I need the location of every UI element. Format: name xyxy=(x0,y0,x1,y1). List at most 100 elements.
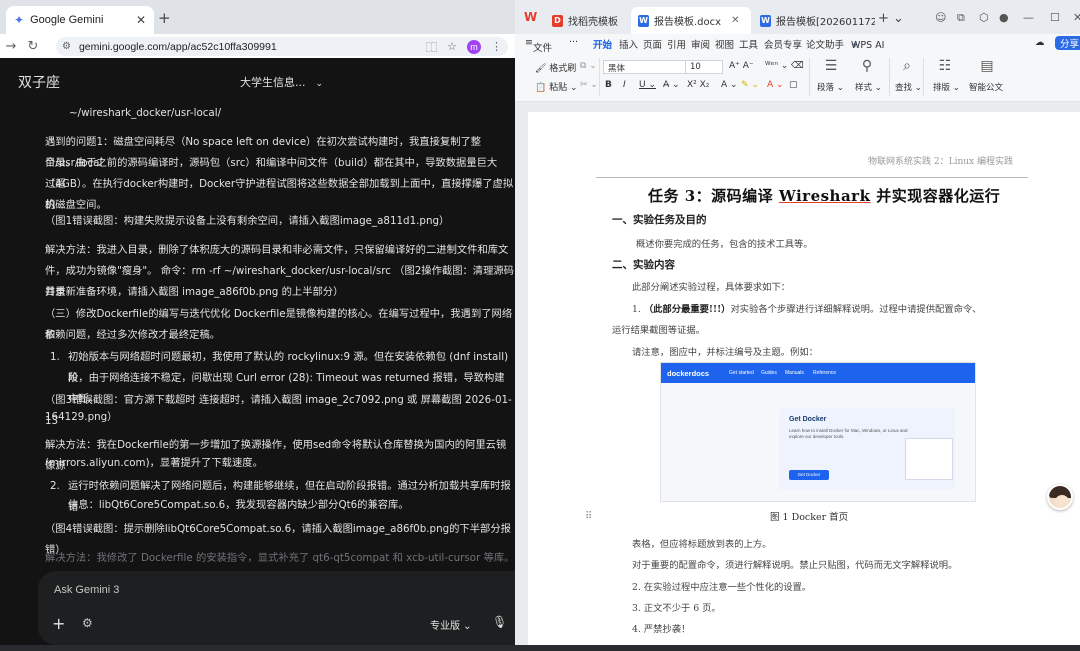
forward-icon[interactable]: → xyxy=(0,39,22,54)
docker-screenshot-image[interactable]: dockerdocs Get started Guides Manuals Re… xyxy=(660,362,976,502)
document-page[interactable]: 物联网系统实践 2：Linux 编程实践 任务 3：源码编译 Wireshark… xyxy=(528,112,1080,651)
divider xyxy=(889,58,890,96)
format-brush-button[interactable]: 🖌 格式刷 xyxy=(535,61,576,74)
share-button[interactable]: 分享 xyxy=(1055,36,1080,50)
user-avatar[interactable]: ● xyxy=(999,11,1009,24)
paragraph: 请注意，图应中，并标注编号及主题。例如： xyxy=(632,347,818,358)
smart-doc-icon[interactable]: ▤ xyxy=(975,58,999,74)
prompt-input-box[interactable]: Ask Gemini 3 + ⚙ 专业版 ⌄ 🎙 xyxy=(38,571,515,645)
tab-reference[interactable]: 引用 xyxy=(667,37,686,51)
new-tab-icon[interactable]: + xyxy=(158,9,171,27)
font-color-icon[interactable]: A ⌄ xyxy=(767,80,784,90)
smart-doc-button[interactable]: 智能公文 xyxy=(969,81,1003,93)
italic-icon[interactable]: I xyxy=(623,80,626,90)
layout-button[interactable]: 排版 ⌄ xyxy=(933,81,960,93)
chat-line: 依赖问题，经过多次修改才最终定稿。 xyxy=(45,329,221,341)
paragraph-icon[interactable]: ☰ xyxy=(819,58,843,74)
reload-icon[interactable]: ↻ xyxy=(22,39,44,54)
char-border-icon[interactable]: ▢ xyxy=(789,80,798,90)
menu-file[interactable]: ≡ 文件 xyxy=(525,37,552,54)
chat-line: （图1错误截图：构建失败提示设备上没有剩余空间，请插入截图image_a811d… xyxy=(45,215,450,227)
assistant-avatar[interactable] xyxy=(1047,484,1073,510)
clear-format-icon[interactable]: ⌫ xyxy=(791,61,804,71)
layout-icon[interactable]: ☷ xyxy=(933,58,957,74)
docker-nav-item: Guides xyxy=(761,370,777,376)
profile-avatar[interactable]: m xyxy=(467,39,481,54)
highlight-icon[interactable]: ✎ ⌄ xyxy=(741,80,759,90)
chat-line: 并重新准备环境，请插入截图 image_a86f0b.png 的上半部分） xyxy=(45,286,344,298)
find-icon[interactable]: ⌕ xyxy=(895,58,919,74)
card-illustration xyxy=(905,438,953,480)
tab-view[interactable]: 视图 xyxy=(715,37,734,51)
bookmark-star-icon[interactable]: ☆ xyxy=(447,40,457,53)
grow-font-icon[interactable]: A⁺ A⁻ xyxy=(729,61,754,71)
title-suffix: 并实现容器化运行 xyxy=(870,187,1001,205)
translate-icon[interactable]: ⿰ xyxy=(426,39,437,55)
sync-icon[interactable]: ☺ xyxy=(935,11,946,24)
site-info-icon[interactable]: ⚙ xyxy=(62,41,71,52)
clipboard-icons[interactable]: ⧉ ⌄ xyxy=(580,61,597,71)
strikethrough-icon[interactable]: A̶ ⌄ xyxy=(663,80,680,90)
tab-report-template-copy[interactable]: W 报告模板[2026011722340 ✕ xyxy=(753,7,875,34)
font-size-select[interactable]: 10 xyxy=(685,60,723,74)
drag-handle-icon[interactable]: ⠿ xyxy=(585,511,592,522)
microphone-icon[interactable]: 🎙 xyxy=(492,615,507,629)
phonetic-icon[interactable]: ᵂᵉⁿ ⌄ xyxy=(765,61,788,71)
bold-icon[interactable]: B xyxy=(605,80,612,90)
section-heading: 一、实验任务及目的 xyxy=(612,214,707,226)
page-header: 物联网系统实践 2：Linux 编程实践 xyxy=(868,157,1013,167)
minimize-icon[interactable]: — xyxy=(1023,11,1034,24)
paragraph-button[interactable]: 段落 ⌄ xyxy=(817,81,844,93)
paste-button[interactable]: 📋 粘贴 ⌄ xyxy=(535,80,578,93)
cut-icon[interactable]: ✂ ⌄ xyxy=(580,80,598,90)
tab-gemini[interactable]: ✦ Google Gemini ✕ xyxy=(6,6,154,34)
tab-template-store[interactable]: D 找稻壳模板 xyxy=(545,7,631,34)
card-button: Get Docker xyxy=(789,470,829,480)
tools-icon[interactable]: ⚙ xyxy=(82,616,93,630)
tab-member[interactable]: 会员专享 xyxy=(764,37,802,51)
gemini-header: 双子座 大学生信息... ⌄ xyxy=(0,58,515,106)
gem-name[interactable]: 双子座 xyxy=(18,72,60,92)
add-attachment-icon[interactable]: + xyxy=(52,614,65,633)
address-bar[interactable]: ⚙ gemini.google.com/app/ac52c10ffa309991… xyxy=(56,37,508,56)
tab-insert[interactable]: 插入 xyxy=(619,37,638,51)
close-tab-icon[interactable]: ✕ xyxy=(731,15,739,26)
document-title: 任务 3：源码编译 Wireshark 并实现容器化运行 xyxy=(648,185,1000,206)
superscript-icon[interactable]: X² X₂ xyxy=(687,80,709,90)
font-name-select[interactable]: 黑体 xyxy=(603,60,687,74)
maximize-icon[interactable]: ☐ xyxy=(1050,11,1060,24)
url-text: gemini.google.com/app/ac52c10ffa309991 xyxy=(78,40,277,53)
model-mode-selector[interactable]: 专业版 ⌄ xyxy=(430,617,472,632)
close-tab-icon[interactable]: ✕ xyxy=(136,13,146,27)
tab-label: 找稻壳模板 xyxy=(568,17,618,28)
paragraph: 1. （此部分最重要!!!）对实验各个步骤进行详细解释说明。过程中请提供配置命令… xyxy=(632,301,981,315)
paragraph: 2. 在实验过程中应注意一些个性化的设置。 xyxy=(632,582,812,593)
tab-tools[interactable]: 工具 xyxy=(739,37,758,51)
chrome-menu-icon[interactable]: ⋮ xyxy=(491,40,502,53)
restore-icon[interactable]: ⧉ xyxy=(957,11,965,25)
tab-label: 报告模板.docx xyxy=(654,17,722,28)
style-icon[interactable]: ⚲ xyxy=(855,58,879,74)
chat-line: 解决方法：我进入目录，删除了体积庞大的源码目录和非必需文件，只保留编译好的二进制… xyxy=(45,244,509,256)
tab-thesis[interactable]: 论文助手 xyxy=(806,37,844,51)
list-number: 1. xyxy=(50,351,60,363)
tab-label: 报告模板[2026011722340 xyxy=(776,17,875,28)
font-effect-icon[interactable]: A ⌄ xyxy=(721,80,738,90)
paragraph-label: 段落 xyxy=(817,83,835,93)
prompt-placeholder[interactable]: Ask Gemini 3 xyxy=(54,584,119,596)
new-tab-icon[interactable]: + ⌄ xyxy=(878,11,904,26)
close-window-icon[interactable]: ✕ xyxy=(1073,11,1080,24)
settings-icon[interactable]: ⬡ xyxy=(979,11,989,24)
cloud-icon[interactable]: ☁ xyxy=(1035,37,1045,48)
tab-review[interactable]: 审阅 xyxy=(691,37,710,51)
underline-icon[interactable]: U ⌄ xyxy=(639,80,656,90)
wps-logo[interactable]: W xyxy=(524,10,537,24)
find-label: 查找 xyxy=(895,83,913,93)
docker-navbar: dockerdocs Get started Guides Manuals Re… xyxy=(661,363,975,383)
style-button[interactable]: 样式 ⌄ xyxy=(855,81,882,93)
menu-more[interactable]: ··· xyxy=(569,37,578,48)
tab-report-template[interactable]: W 报告模板.docx ✕ xyxy=(631,7,751,34)
tab-page[interactable]: 页面 xyxy=(643,37,662,51)
find-button[interactable]: 查找 ⌄ xyxy=(895,81,922,93)
conversation-title-dropdown[interactable]: 大学生信息... ⌄ xyxy=(240,74,323,90)
